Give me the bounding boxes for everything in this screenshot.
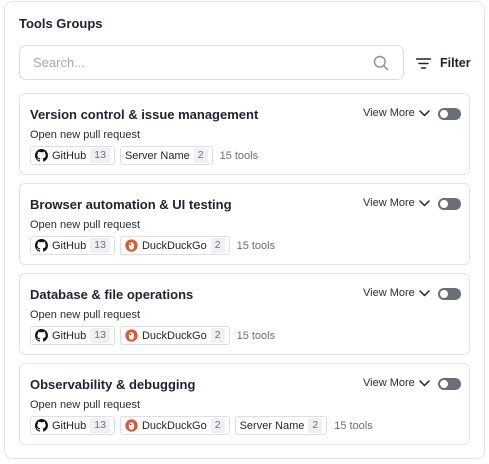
github-icon bbox=[35, 239, 48, 252]
filter-icon bbox=[416, 57, 431, 69]
server-tag-name: DuckDuckGo bbox=[141, 329, 207, 342]
toggle-knob bbox=[440, 380, 448, 388]
group-enable-toggle[interactable] bbox=[438, 288, 461, 300]
panel-title: Tools Groups bbox=[19, 16, 103, 31]
server-tag: DuckDuckGo 2 bbox=[119, 326, 230, 345]
server-tag-count: 2 bbox=[193, 148, 208, 163]
github-icon bbox=[35, 329, 48, 342]
server-tag-count: 13 bbox=[90, 418, 110, 433]
chevron-down-icon bbox=[419, 109, 430, 116]
server-tag: Server Name 2 bbox=[119, 146, 213, 165]
github-icon bbox=[35, 149, 48, 162]
filter-label: Filter bbox=[440, 56, 471, 70]
group-enable-toggle[interactable] bbox=[438, 198, 461, 210]
server-tag-count: 2 bbox=[210, 328, 225, 343]
server-tag-name: Server Name bbox=[124, 149, 190, 162]
search-icon[interactable] bbox=[373, 55, 389, 71]
server-tag: Server Name 2 bbox=[234, 416, 328, 435]
view-more-label: View More bbox=[363, 377, 415, 389]
server-tag-name: DuckDuckGo bbox=[141, 419, 207, 432]
server-tag-count: 13 bbox=[90, 238, 110, 253]
search-box[interactable] bbox=[19, 45, 404, 80]
tools-count: 15 tools bbox=[236, 329, 276, 342]
server-tag-name: GitHub bbox=[52, 149, 87, 162]
server-tag-count: 2 bbox=[210, 418, 225, 433]
tools-groups-panel: Tools Groups Filter Version control & is… bbox=[4, 1, 485, 459]
tools-count: 15 tools bbox=[236, 239, 276, 252]
server-tag-name: DuckDuckGo bbox=[141, 239, 207, 252]
view-more-label: View More bbox=[363, 197, 415, 209]
server-tag: GitHub 13 bbox=[30, 416, 115, 435]
group-enable-toggle[interactable] bbox=[438, 108, 461, 120]
server-tag: DuckDuckGo 2 bbox=[119, 236, 230, 255]
group-title: Browser automation & UI testing bbox=[30, 197, 232, 212]
tools-count: 15 tools bbox=[334, 419, 373, 432]
toggle-knob bbox=[440, 110, 448, 118]
server-tag-count: 13 bbox=[90, 328, 110, 343]
chevron-down-icon bbox=[419, 289, 430, 296]
server-tag: GitHub 13 bbox=[30, 236, 115, 255]
server-tags: GitHub 13 Server Name 2 15 tools bbox=[30, 146, 258, 165]
view-more-button[interactable]: View More bbox=[363, 377, 430, 389]
duckduckgo-icon bbox=[125, 329, 138, 342]
server-tag-name: GitHub bbox=[52, 329, 87, 342]
server-tag-count: 13 bbox=[90, 148, 110, 163]
group-subtitle: Open new pull request bbox=[30, 219, 141, 231]
server-tag-count: 2 bbox=[210, 238, 225, 253]
tools-count: 15 tools bbox=[219, 149, 259, 162]
toggle-knob bbox=[440, 290, 448, 298]
view-more-label: View More bbox=[363, 107, 415, 119]
group-title: Database & file operations bbox=[30, 287, 194, 302]
tool-group-card: Observability & debugging Open new pull r… bbox=[19, 363, 470, 445]
server-tag-name: GitHub bbox=[52, 239, 87, 252]
view-more-button[interactable]: View More bbox=[363, 107, 430, 119]
server-tag: GitHub 13 bbox=[30, 146, 115, 165]
group-title: Version control & issue management bbox=[30, 107, 259, 122]
filter-button[interactable]: Filter bbox=[416, 55, 471, 71]
toggle-knob bbox=[440, 200, 448, 208]
chevron-down-icon bbox=[419, 199, 430, 206]
search-input[interactable] bbox=[20, 46, 360, 79]
server-tag-count: 2 bbox=[308, 418, 323, 433]
server-tag: DuckDuckGo 2 bbox=[119, 416, 230, 435]
group-title: Observability & debugging bbox=[30, 377, 196, 392]
chevron-down-icon bbox=[419, 379, 430, 386]
group-subtitle: Open new pull request bbox=[30, 399, 141, 411]
duckduckgo-icon bbox=[125, 239, 138, 252]
group-enable-toggle[interactable] bbox=[438, 378, 461, 390]
server-tag: GitHub 13 bbox=[30, 326, 115, 345]
view-more-label: View More bbox=[363, 287, 415, 299]
server-tag-name: Server Name bbox=[239, 419, 305, 432]
github-icon bbox=[35, 419, 48, 432]
tool-group-card: Version control & issue management Open n… bbox=[19, 93, 470, 175]
server-tag-name: GitHub bbox=[52, 419, 87, 432]
tool-group-card: Database & file operations Open new pull … bbox=[19, 273, 470, 355]
tool-group-card: Browser automation & UI testing Open new … bbox=[19, 183, 470, 265]
server-tags: GitHub 13 DuckDuckGo 2 15 tools bbox=[30, 326, 275, 345]
server-tags: GitHub 13 DuckDuckGo 2 15 tools bbox=[30, 236, 275, 255]
duckduckgo-icon bbox=[125, 419, 138, 432]
view-more-button[interactable]: View More bbox=[363, 287, 430, 299]
server-tags: GitHub 13 DuckDuckGo 2 Server Name 2 15 tools bbox=[30, 416, 373, 435]
group-subtitle: Open new pull request bbox=[30, 309, 141, 321]
view-more-button[interactable]: View More bbox=[363, 197, 430, 209]
group-subtitle: Open new pull request bbox=[30, 129, 141, 141]
